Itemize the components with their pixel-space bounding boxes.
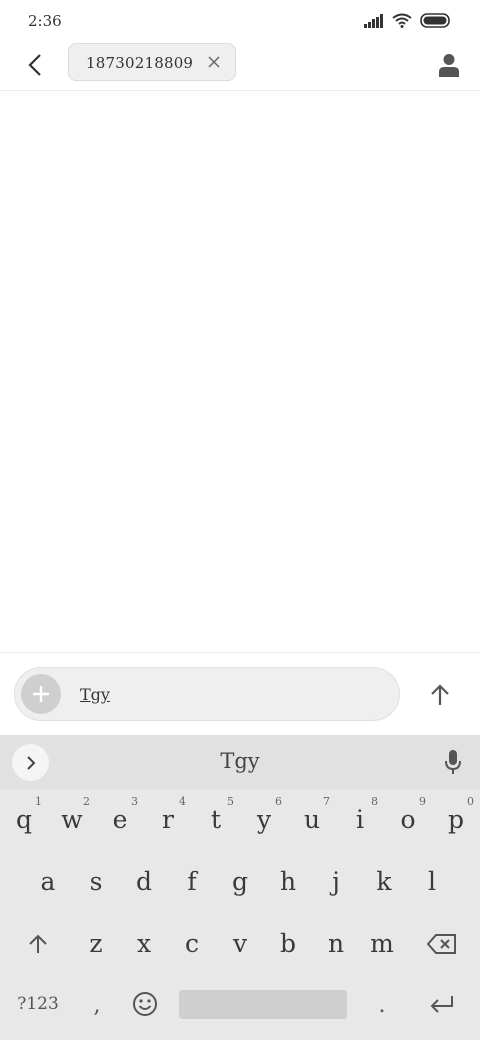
key-w[interactable]: w2 (48, 789, 96, 851)
key-m[interactable]: m (358, 913, 406, 975)
backspace-icon (427, 934, 456, 954)
comma-key[interactable]: , (82, 993, 112, 1018)
key-g[interactable]: g (216, 851, 264, 913)
shift-icon (29, 934, 47, 953)
key-f[interactable]: f (168, 851, 216, 913)
mic-button[interactable] (440, 748, 466, 776)
key-a[interactable]: a (24, 851, 72, 913)
key-y[interactable]: y6 (240, 789, 288, 851)
emoji-key[interactable] (126, 987, 164, 1021)
back-button[interactable] (18, 48, 52, 82)
recipient-chip[interactable]: 18730218809 (68, 43, 236, 81)
chevron-left-icon (28, 54, 41, 76)
key-j[interactable]: j (312, 851, 360, 913)
key-c[interactable]: c (168, 913, 216, 975)
key-k[interactable]: k (360, 851, 408, 913)
emoji-icon (133, 992, 157, 1016)
suggestion-word[interactable]: Tgy (0, 749, 480, 773)
space-key[interactable] (179, 990, 347, 1019)
key-z[interactable]: z (72, 913, 120, 975)
recipient-number: 18730218809 (86, 54, 194, 72)
plus-icon (33, 686, 49, 702)
key-l[interactable]: l (408, 851, 456, 913)
key-e[interactable]: e3 (96, 789, 144, 851)
key-p[interactable]: p0 (432, 789, 480, 851)
status-bar: 2:36 (0, 0, 480, 42)
arrow-up-icon (431, 684, 449, 705)
wifi-icon (392, 13, 412, 28)
send-button[interactable] (420, 675, 460, 715)
key-d[interactable]: d (120, 851, 168, 913)
key-h[interactable]: h (264, 851, 312, 913)
enter-icon (430, 996, 453, 1013)
status-icons (364, 13, 452, 28)
suggestion-bar: Tgy (0, 735, 480, 789)
enter-key[interactable] (420, 987, 464, 1021)
period-key[interactable]: . (367, 993, 397, 1018)
contact-button[interactable] (432, 48, 466, 82)
status-time: 2:36 (28, 12, 62, 30)
message-input[interactable]: Tgy (14, 667, 400, 721)
key-q[interactable]: q1 (0, 789, 48, 851)
person-icon (439, 54, 459, 77)
key-o[interactable]: o9 (384, 789, 432, 851)
conversation-header: 18730218809 (0, 42, 480, 91)
shift-key[interactable] (14, 927, 62, 961)
symbols-key[interactable]: ?123 (10, 987, 66, 1021)
key-t[interactable]: t5 (192, 789, 240, 851)
key-v[interactable]: v (216, 913, 264, 975)
key-b[interactable]: b (264, 913, 312, 975)
message-text: Tgy (80, 685, 110, 704)
key-s[interactable]: s (72, 851, 120, 913)
signal-icon (364, 13, 383, 28)
key-i[interactable]: i8 (336, 789, 384, 851)
key-u[interactable]: u7 (288, 789, 336, 851)
battery-icon (420, 13, 450, 28)
key-x[interactable]: x (120, 913, 168, 975)
compose-bar: Tgy (0, 652, 480, 735)
keyboard: Tgy q1 w2 e3 r4 t5 y6 u7 i8 o9 p0 a s d … (0, 735, 480, 1040)
key-n[interactable]: n (312, 913, 360, 975)
message-area (0, 91, 480, 652)
attach-button[interactable] (21, 674, 61, 714)
backspace-key[interactable] (418, 927, 466, 961)
mic-icon (445, 750, 461, 774)
close-icon[interactable] (207, 55, 221, 69)
key-r[interactable]: r4 (144, 789, 192, 851)
